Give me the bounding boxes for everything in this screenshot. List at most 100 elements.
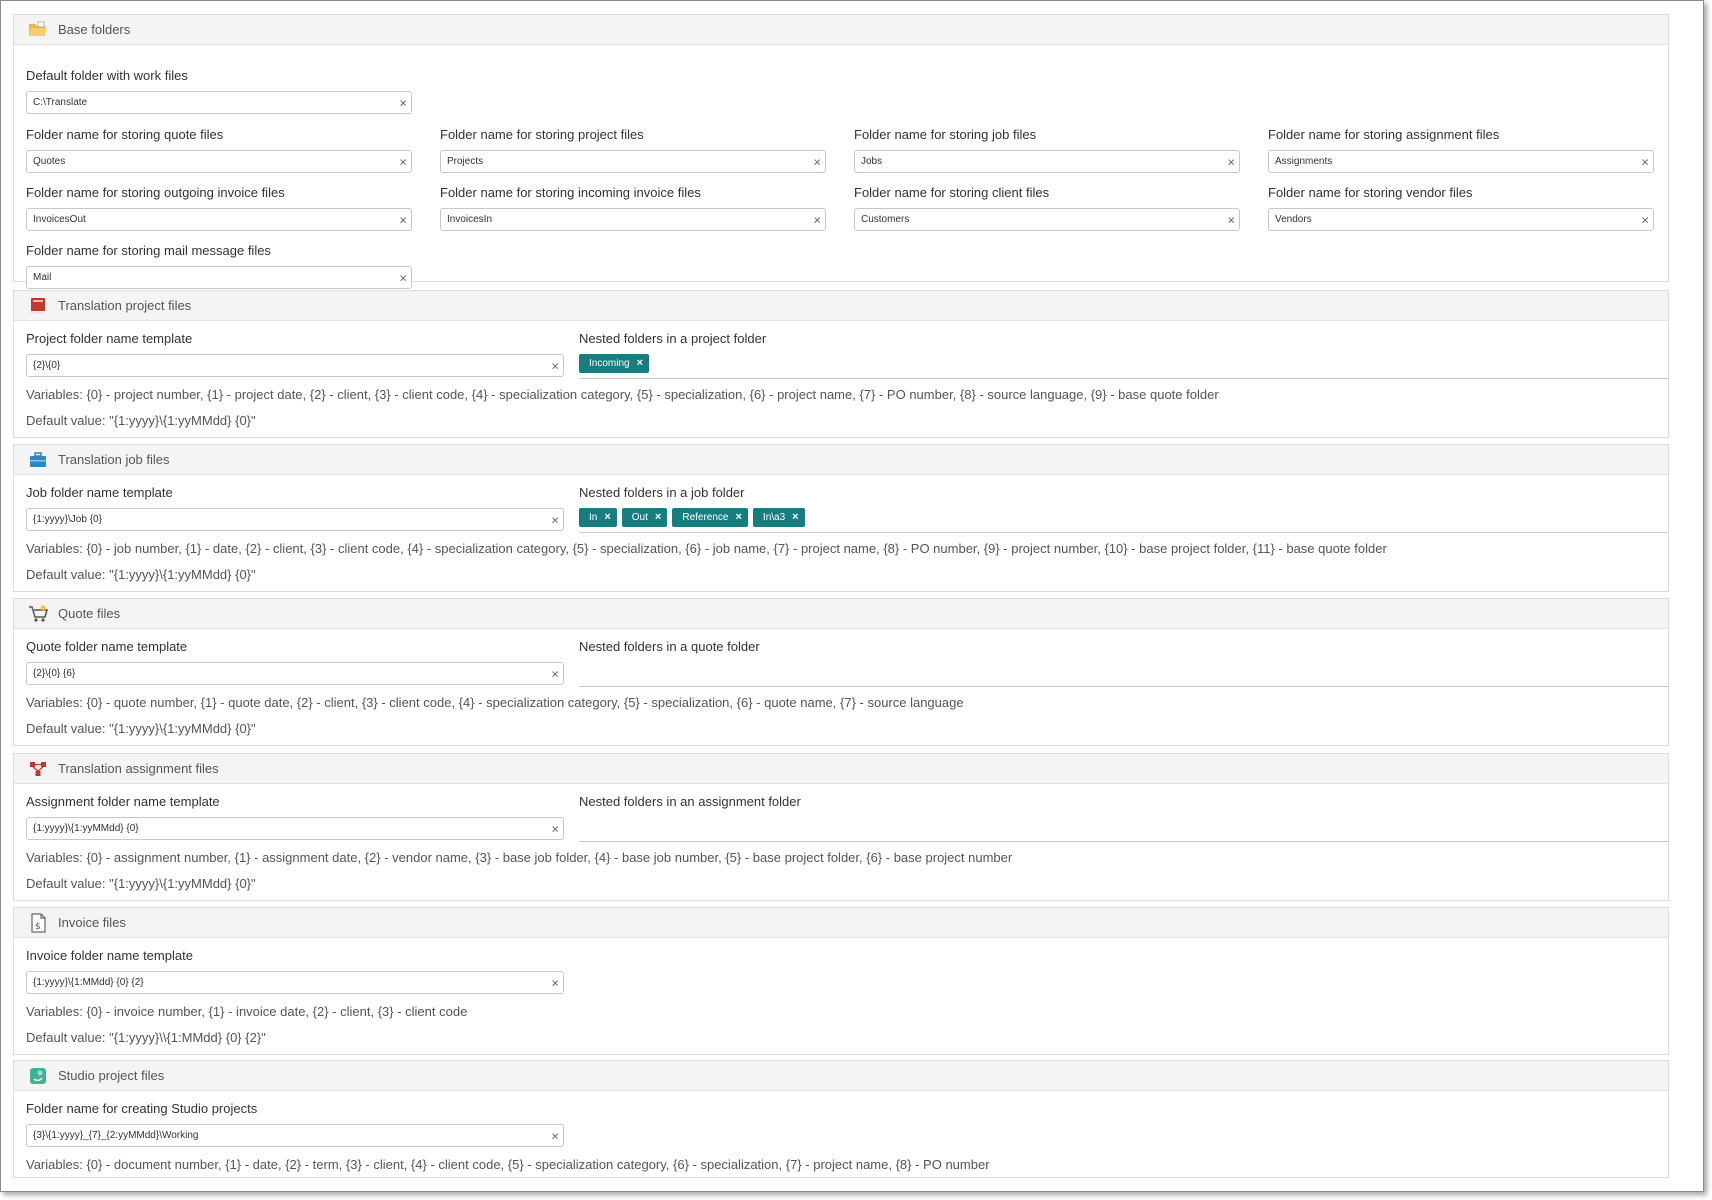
tag-in[interactable]: In × — [579, 508, 617, 527]
vendor-folder-input[interactable]: Vendors × — [1268, 208, 1654, 231]
invoice-icon: $ — [28, 912, 48, 933]
invoice-template-input[interactable]: {1:yyyy}\{1:MMdd} {0} {2} × — [26, 971, 564, 994]
assignment-default-text: Default value: "{1:yyyy}\{1:yyMMdd} {0}" — [26, 876, 256, 891]
job-default-text: Default value: "{1:yyyy}\{1:yyMMdd} {0}" — [26, 567, 256, 582]
clear-icon[interactable]: × — [1641, 213, 1649, 226]
remove-tag-icon[interactable]: × — [637, 354, 643, 373]
clear-icon[interactable]: × — [551, 667, 559, 680]
invoice-variables-text: Variables: {0} - invoice number, {1} - i… — [26, 1004, 468, 1019]
book-icon — [28, 296, 48, 316]
assignment-folder-input[interactable]: Assignments × — [1268, 150, 1654, 173]
invoice-template-label: Invoice folder name template — [26, 948, 193, 963]
job-files-title: Translation job files — [58, 452, 170, 467]
remove-tag-icon[interactable]: × — [735, 508, 741, 527]
project-nested-tags[interactable]: Incoming × — [579, 354, 1669, 379]
outgoing-invoice-folder-label: Folder name for storing outgoing invoice… — [26, 185, 285, 200]
quote-files-panel: Quote files Quote folder name template {… — [13, 598, 1669, 746]
quote-folder-field: Folder name for storing quote files Quot… — [26, 126, 412, 173]
quote-default-text: Default value: "{1:yyyy}\{1:yyMMdd} {0}" — [26, 721, 256, 736]
outgoing-invoice-folder-input[interactable]: InvoicesOut × — [26, 208, 412, 231]
assignment-folder-field: Folder name for storing assignment files… — [1268, 126, 1654, 173]
incoming-invoice-folder-input[interactable]: InvoicesIn × — [440, 208, 826, 231]
clear-icon[interactable]: × — [551, 1129, 559, 1142]
vendor-folder-label: Folder name for storing vendor files — [1268, 185, 1473, 200]
project-folder-field: Folder name for storing project files Pr… — [440, 126, 826, 173]
clear-icon[interactable]: × — [813, 213, 821, 226]
studio-files-header: Studio project files — [14, 1061, 1668, 1091]
clear-icon[interactable]: × — [399, 155, 407, 168]
job-template-input[interactable]: {1:yyyy}\Job {0} × — [26, 508, 564, 531]
assignment-nested-folders: Nested folders in an assignment folder — [579, 793, 1669, 842]
clear-icon[interactable]: × — [551, 976, 559, 989]
quote-files-title: Quote files — [58, 606, 121, 621]
job-folder-label: Folder name for storing job files — [854, 127, 1037, 142]
invoice-default-text: Default value: "{1:yyyy}\\{1:MMdd} {0} {… — [26, 1030, 266, 1045]
project-default-text: Default value: "{1:yyyy}\{1:yyMMdd} {0}" — [26, 413, 256, 428]
quote-template-input[interactable]: {2}\{0} {6} × — [26, 662, 564, 685]
invoice-files-panel: $ Invoice files Invoice folder name temp… — [13, 907, 1669, 1055]
assignment-folder-label: Folder name for storing assignment files — [1268, 127, 1500, 142]
cart-icon — [28, 604, 48, 624]
job-nested-folders: Nested folders in a job folder In × Out × … — [579, 484, 1669, 533]
studio-variables-text: Variables: {0} - document number, {1} - … — [26, 1157, 990, 1172]
project-folder-input[interactable]: Projects × — [440, 150, 826, 173]
job-nested-tags[interactable]: In × Out × Reference × In\a3 × — [579, 508, 1669, 533]
mail-folder-input[interactable]: Mail × — [26, 266, 412, 289]
project-nested-label: Nested folders in a project folder — [579, 331, 767, 346]
tag-incoming[interactable]: Incoming × — [579, 354, 650, 373]
studio-files-panel: Studio project files Folder name for cre… — [13, 1060, 1669, 1178]
project-files-panel: Translation project files Project folder… — [13, 290, 1669, 438]
tag-reference[interactable]: Reference × — [672, 508, 748, 527]
clear-icon[interactable]: × — [1641, 155, 1649, 168]
base-folders-header: Base folders — [14, 15, 1668, 45]
clear-icon[interactable]: × — [813, 155, 821, 168]
client-folder-label: Folder name for storing client files — [854, 185, 1050, 200]
invoice-template-field: Invoice folder name template {1:yyyy}\{1… — [26, 947, 564, 994]
remove-tag-icon[interactable]: × — [604, 508, 610, 527]
assignment-variables-text: Variables: {0} - assignment number, {1} … — [26, 850, 1013, 865]
job-folder-field: Folder name for storing job files Jobs × — [854, 126, 1240, 173]
clear-icon[interactable]: × — [1227, 155, 1235, 168]
clear-icon[interactable]: × — [399, 271, 407, 284]
tag-in-a3[interactable]: In\a3 × — [752, 508, 805, 527]
open-folder-icon — [28, 20, 48, 40]
job-folder-input[interactable]: Jobs × — [854, 150, 1240, 173]
svg-text:$: $ — [35, 922, 41, 932]
project-template-input[interactable]: {2}\{0} × — [26, 354, 564, 377]
mail-folder-field: Folder name for storing mail message fil… — [26, 242, 412, 289]
assignment-template-input[interactable]: {1:yyyy}\{1:yyMMdd} {0} × — [26, 817, 564, 840]
studio-template-input[interactable]: {3}\{1:yyyy}_{7}_{2:yyMMdd}\Working × — [26, 1124, 564, 1147]
job-variables-text: Variables: {0} - job number, {1} - date,… — [26, 541, 1387, 556]
client-folder-input[interactable]: Customers × — [854, 208, 1240, 231]
assignment-nested-tags[interactable] — [579, 817, 1669, 842]
quote-folder-input[interactable]: Quotes × — [26, 150, 412, 173]
project-folder-label: Folder name for storing project files — [440, 127, 644, 142]
default-folder-label: Default folder with work files — [26, 68, 188, 83]
clear-icon[interactable]: × — [1227, 213, 1235, 226]
quote-template-field: Quote folder name template {2}\{0} {6} × — [26, 638, 564, 685]
assignment-template-label: Assignment folder name template — [26, 794, 220, 809]
assignment-files-title: Translation assignment files — [58, 761, 219, 776]
tag-out[interactable]: Out × — [621, 508, 668, 527]
invoice-files-header: $ Invoice files — [14, 908, 1668, 938]
assignment-files-header: Translation assignment files — [14, 754, 1668, 784]
assignment-nested-label: Nested folders in an assignment folder — [579, 794, 801, 809]
quote-variables-text: Variables: {0} - quote number, {1} - quo… — [26, 695, 964, 710]
default-folder-input[interactable]: C:\Translate × — [26, 91, 412, 114]
quote-nested-tags[interactable] — [579, 662, 1669, 687]
clear-icon[interactable]: × — [399, 96, 407, 109]
remove-tag-icon[interactable]: × — [792, 508, 798, 527]
project-files-title: Translation project files — [58, 298, 192, 313]
clear-icon[interactable]: × — [551, 513, 559, 526]
project-nested-folders: Nested folders in a project folder Incom… — [579, 330, 1669, 379]
clear-icon[interactable]: × — [551, 359, 559, 372]
clear-icon[interactable]: × — [399, 213, 407, 226]
invoice-files-title: Invoice files — [58, 915, 126, 930]
job-files-header: Translation job files — [14, 445, 1668, 475]
project-template-field: Project folder name template {2}\{0} × — [26, 330, 564, 377]
client-folder-field: Folder name for storing client files Cus… — [854, 184, 1240, 231]
quote-template-label: Quote folder name template — [26, 639, 188, 654]
remove-tag-icon[interactable]: × — [655, 508, 661, 527]
clear-icon[interactable]: × — [551, 822, 559, 835]
default-folder-field: Default folder with work files C:\Transl… — [26, 67, 412, 114]
